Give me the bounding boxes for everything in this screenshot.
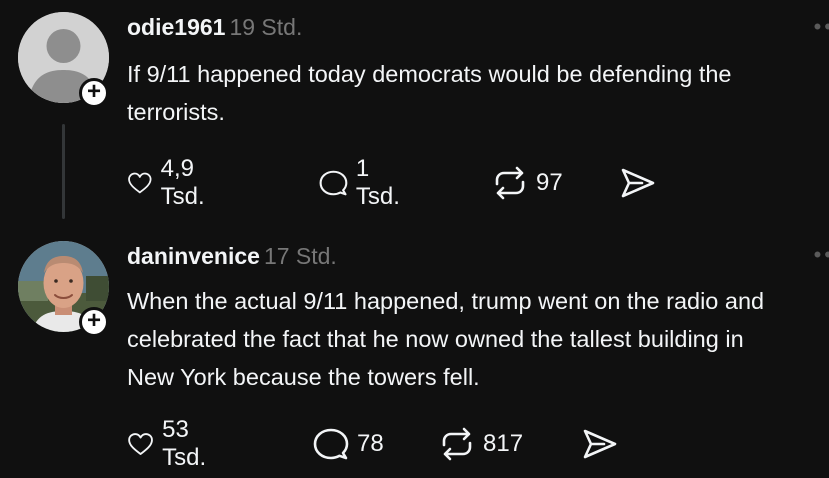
timestamp[interactable]: 19 Std. <box>229 14 302 40</box>
username[interactable]: daninvenice <box>127 243 260 269</box>
repost-count: 817 <box>483 430 524 457</box>
send-icon <box>621 168 655 198</box>
thread-connector-line <box>62 124 65 219</box>
post-header: odie1961 19 Std. <box>127 14 302 41</box>
post-text: When the actual 9/11 happened, trump wen… <box>127 288 765 390</box>
repost-icon <box>495 166 525 200</box>
post[interactable]: + odie196119 Std. •• If 9/11 happened to… <box>0 0 829 230</box>
repost-button[interactable]: 817 <box>439 424 523 464</box>
follow-plus-icon[interactable]: + <box>79 78 109 108</box>
follow-plus-icon[interactable]: + <box>79 307 109 337</box>
like-count: 53 Tsd. <box>162 416 207 471</box>
reply-button[interactable]: 1 Tsd. <box>319 155 407 210</box>
timestamp[interactable]: 17 Std. <box>264 243 337 269</box>
post-text: If 9/11 happened today democrats would b… <box>127 61 732 125</box>
post[interactable]: + daninvenice17 Std. •• When the actual … <box>0 230 829 478</box>
repost-icon <box>442 427 472 461</box>
more-dots-icon[interactable]: •• <box>814 14 829 40</box>
heart-icon <box>128 172 152 194</box>
more-dots-icon[interactable]: •• <box>814 242 829 268</box>
speech-bubble-icon <box>313 428 349 460</box>
repost-button[interactable]: 97 <box>492 163 563 203</box>
post-header: daninvenice 17 Std. <box>127 243 337 270</box>
repost-count: 97 <box>536 169 563 196</box>
heart-icon <box>128 433 153 455</box>
reply-button[interactable]: 78 <box>313 424 384 464</box>
like-button[interactable]: 53 Tsd. <box>127 416 217 471</box>
like-button[interactable]: 4,9 Tsd. <box>127 155 217 210</box>
reply-count: 1 Tsd. <box>355 155 400 210</box>
send-icon <box>583 429 617 459</box>
username[interactable]: odie1961 <box>127 14 225 40</box>
like-count: 4,9 Tsd. <box>160 155 205 210</box>
reply-count: 78 <box>357 430 384 457</box>
share-button[interactable] <box>620 163 664 203</box>
share-button[interactable] <box>582 424 626 464</box>
speech-bubble-icon <box>319 170 348 196</box>
